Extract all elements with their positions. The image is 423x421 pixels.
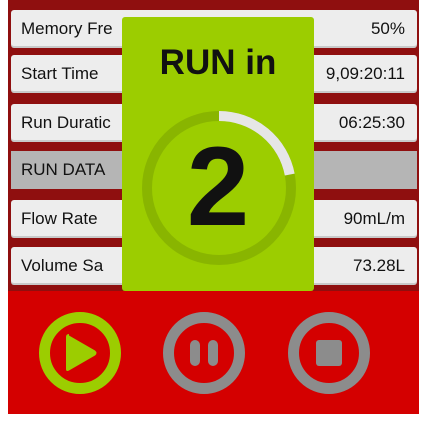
row-value: 06:25:30 (338, 113, 405, 132)
row-value: 9,09:20:11 (325, 64, 405, 83)
countdown-number: 2 (186, 124, 250, 249)
control-bar (8, 291, 419, 414)
row-value: 73.28L (353, 256, 405, 275)
stop-button[interactable] (288, 312, 370, 394)
countdown-overlay: RUN in 2 (122, 17, 314, 291)
play-button[interactable] (39, 312, 121, 394)
row-label: Volume Sa (21, 256, 104, 275)
section-header-label: RUN DATA (21, 160, 106, 179)
row-label: Flow Rate (21, 209, 98, 228)
stop-icon (316, 340, 342, 366)
row-label: Start Time (21, 64, 99, 83)
countdown-title: RUN in (159, 43, 277, 82)
pause-icon (190, 340, 218, 366)
pause-button[interactable] (163, 312, 245, 394)
row-value: 90mL/m (343, 209, 405, 228)
play-icon (66, 334, 97, 371)
row-value: 50% (370, 19, 405, 38)
row-label: Memory Fre (21, 19, 113, 38)
row-label: Run Duratic (21, 113, 111, 132)
